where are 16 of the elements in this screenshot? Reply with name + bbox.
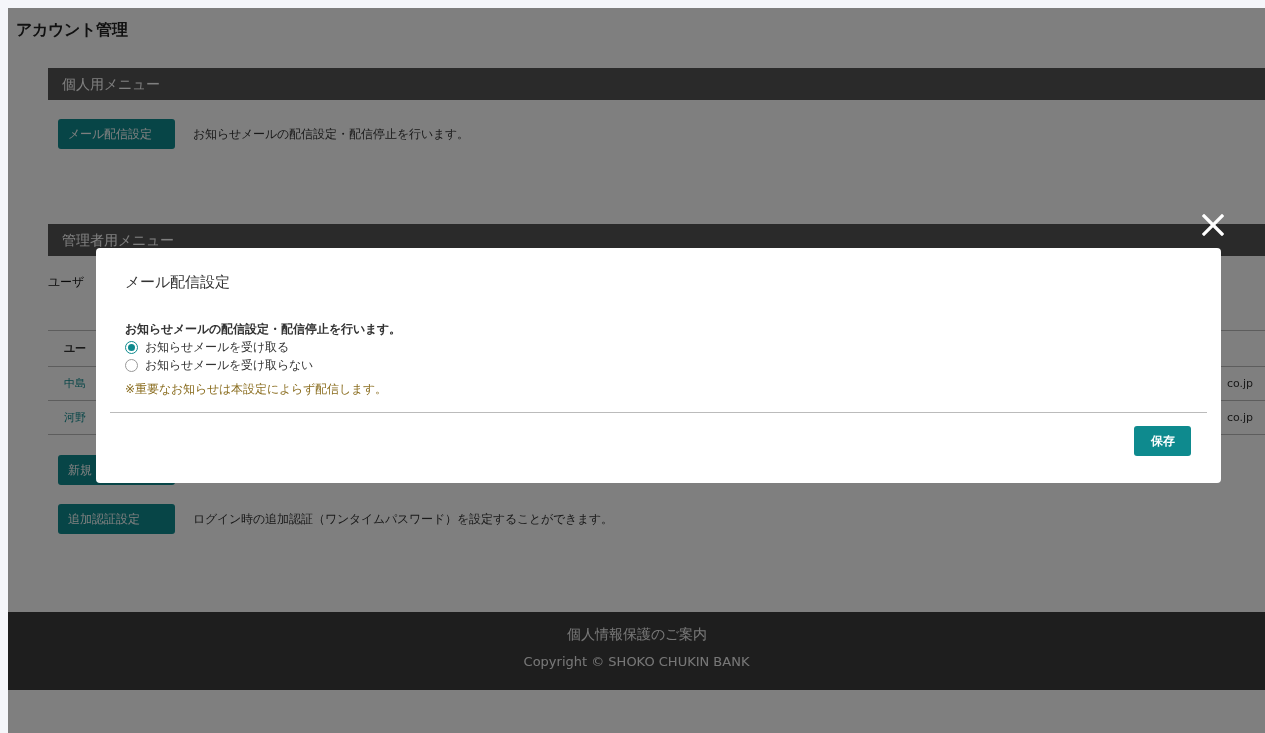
- radio-button[interactable]: [125, 358, 138, 372]
- menu-button[interactable]: 追加認証設定: [58, 504, 175, 534]
- close-icon[interactable]: [1202, 214, 1224, 236]
- radio-label[interactable]: お知らせメールを受け取る: [145, 338, 289, 356]
- privacy-link[interactable]: 個人情報保護のご案内: [566, 626, 707, 644]
- modal-title: メール配信設定: [124, 272, 231, 292]
- save-button[interactable]: 保存: [1134, 426, 1191, 456]
- modal-note: ※重要なお知らせは本設定によらず配信します。: [125, 381, 389, 398]
- section-header: 個人用メニュー: [48, 68, 1265, 100]
- menu-description: ログイン時の追加認証（ワンタイムパスワード）を設定することができます。: [193, 510, 613, 528]
- menu-button[interactable]: メール配信設定: [58, 119, 175, 149]
- page-title: アカウント管理: [16, 20, 129, 40]
- menu-description: お知らせメールの配信設定・配信停止を行います。: [193, 125, 469, 143]
- copyright: Copyright © SHOKO CHUKIN BANK: [523, 654, 750, 669]
- user-label: ユーザ: [48, 274, 84, 290]
- radio-button[interactable]: [125, 340, 138, 354]
